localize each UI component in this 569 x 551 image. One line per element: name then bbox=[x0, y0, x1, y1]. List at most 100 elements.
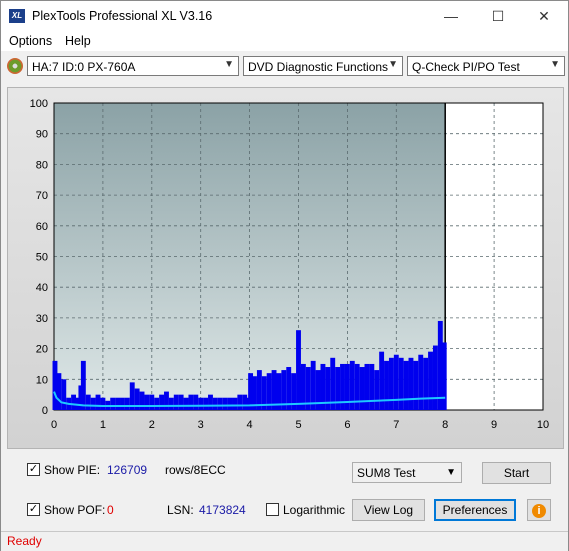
pie-bar bbox=[144, 394, 150, 410]
disc-drive-icon bbox=[7, 58, 23, 74]
pie-bar bbox=[90, 397, 96, 410]
pie-bar bbox=[374, 370, 380, 410]
drive-select[interactable]: HA:7 ID:0 PX-760A ▼ bbox=[27, 56, 239, 76]
menu-help[interactable]: Help bbox=[65, 34, 91, 48]
status-bar: Ready bbox=[1, 531, 568, 551]
minimize-button[interactable]: — bbox=[441, 7, 461, 25]
test-select[interactable]: Q-Check PI/PO Test ▼ bbox=[407, 56, 565, 76]
pie-bar bbox=[398, 357, 404, 410]
chevron-down-icon: ▼ bbox=[446, 467, 456, 478]
pie-bar bbox=[212, 397, 218, 410]
toolbar: HA:7 ID:0 PX-760A ▼ DVD Diagnostic Funct… bbox=[1, 52, 568, 80]
pie-bar bbox=[432, 345, 438, 410]
pie-bar bbox=[441, 342, 447, 410]
pie-bar bbox=[222, 397, 228, 410]
pie-bar bbox=[203, 397, 209, 410]
pie-bar bbox=[217, 397, 223, 410]
lsn-value: 4173824 bbox=[199, 503, 246, 517]
preferences-button[interactable]: Preferences bbox=[434, 499, 516, 521]
x-tick-label: 0 bbox=[51, 419, 57, 431]
y-tick-label: 40 bbox=[36, 282, 48, 294]
pie-bar bbox=[344, 363, 350, 410]
x-tick-label: 9 bbox=[491, 419, 497, 431]
y-tick-label: 90 bbox=[36, 129, 48, 141]
pie-bar bbox=[149, 394, 155, 410]
logarithmic-checkbox[interactable] bbox=[266, 503, 279, 516]
x-tick-label: 4 bbox=[247, 419, 253, 431]
start-button[interactable]: Start bbox=[482, 462, 551, 484]
y-tick-label: 30 bbox=[36, 313, 48, 325]
info-icon: i bbox=[532, 504, 546, 518]
x-tick-label: 7 bbox=[393, 419, 399, 431]
close-button[interactable]: ✕ bbox=[534, 7, 554, 25]
pie-bar bbox=[110, 397, 116, 410]
pof-value: 0 bbox=[107, 503, 114, 517]
menu-bar: Options Help bbox=[1, 31, 568, 51]
pie-bar bbox=[232, 397, 238, 410]
pie-unit: rows/8ECC bbox=[165, 463, 226, 477]
x-tick-label: 5 bbox=[295, 419, 301, 431]
info-button[interactable]: i bbox=[527, 499, 551, 521]
show-pie-checkbox[interactable]: ✓ bbox=[27, 463, 40, 476]
pie-bar bbox=[408, 357, 414, 410]
function-select[interactable]: DVD Diagnostic Functions ▼ bbox=[243, 56, 403, 76]
pie-bar bbox=[393, 354, 399, 410]
pie-bar bbox=[100, 397, 106, 410]
pie-bar bbox=[188, 394, 194, 410]
x-tick-label: 8 bbox=[442, 419, 448, 431]
function-select-value: DVD Diagnostic Functions bbox=[248, 60, 389, 74]
y-tick-label: 100 bbox=[30, 98, 48, 110]
pie-bar bbox=[335, 367, 341, 410]
pie-bar bbox=[428, 351, 433, 410]
chevron-down-icon: ▼ bbox=[224, 59, 234, 70]
x-tick-label: 10 bbox=[537, 419, 549, 431]
pipo-chart: 0 1 2 3 4 5 6 7 8 9 100102030405060708090100 bbox=[30, 98, 549, 431]
pie-bar bbox=[80, 360, 86, 410]
x-tick-label: 1 bbox=[100, 419, 106, 431]
pie-bar bbox=[384, 360, 389, 410]
show-pof-checkbox[interactable]: ✓ bbox=[27, 503, 40, 516]
view-log-button[interactable]: View Log bbox=[352, 499, 425, 521]
pie-bar bbox=[85, 394, 91, 410]
chevron-down-icon: ▼ bbox=[388, 59, 398, 70]
pie-bar bbox=[193, 394, 199, 410]
maximize-button[interactable]: ☐ bbox=[488, 7, 508, 25]
test-select-value: Q-Check PI/PO Test bbox=[412, 60, 520, 74]
pie-bar bbox=[359, 367, 365, 410]
logarithmic-label: Logarithmic bbox=[283, 503, 346, 517]
pie-bar bbox=[227, 397, 233, 410]
pie-bar bbox=[178, 394, 184, 410]
app-logo-icon: XL bbox=[9, 9, 25, 23]
pie-bar bbox=[71, 394, 77, 410]
show-pof-label: Show POF: bbox=[44, 503, 106, 517]
pie-bar bbox=[56, 373, 62, 410]
pie-bar bbox=[413, 360, 419, 410]
status-text: Ready bbox=[7, 534, 42, 548]
pie-bar bbox=[256, 370, 262, 410]
chevron-down-icon: ▼ bbox=[550, 59, 560, 70]
y-tick-label: 50 bbox=[36, 252, 48, 264]
pie-bar bbox=[418, 354, 424, 410]
pie-bar bbox=[403, 360, 409, 410]
y-tick-label: 0 bbox=[42, 405, 48, 417]
x-tick-label: 6 bbox=[344, 419, 350, 431]
pie-bar bbox=[124, 397, 130, 410]
x-tick-label: 3 bbox=[198, 419, 204, 431]
pie-value: 126709 bbox=[107, 463, 148, 477]
lsn-label: LSN: bbox=[167, 503, 194, 517]
pie-bar bbox=[120, 397, 125, 410]
pie-bar bbox=[154, 397, 160, 410]
pie-bar bbox=[168, 397, 174, 410]
pie-bar bbox=[61, 379, 67, 410]
pie-bar bbox=[423, 357, 429, 410]
menu-options[interactable]: Options bbox=[9, 34, 52, 48]
y-tick-label: 10 bbox=[36, 374, 48, 386]
x-tick-label: 2 bbox=[149, 419, 155, 431]
pie-bar bbox=[237, 394, 243, 410]
pie-bar bbox=[354, 363, 360, 410]
pie-bar bbox=[159, 394, 165, 410]
pie-bar bbox=[388, 357, 394, 410]
pie-bar bbox=[115, 397, 121, 410]
pipo-chart-panel: 0 1 2 3 4 5 6 7 8 9 10 0 10 20 30 40 50 60 70 80 90 100 bbox=[7, 87, 564, 449]
test-mode-select[interactable]: SUM8 Test ▼ bbox=[352, 462, 462, 483]
